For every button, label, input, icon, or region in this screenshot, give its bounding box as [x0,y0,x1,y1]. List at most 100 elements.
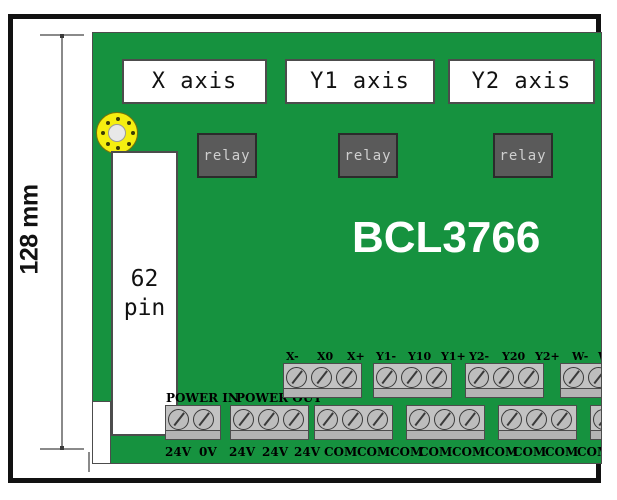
axis-label-text: X axis [151,69,238,94]
screw-terminal[interactable] [526,409,547,430]
terminal-block-w-com[interactable] [590,405,601,440]
terminal-top-label-y2-minus: Y2- [469,350,490,363]
axis-label-box-y2: Y2 axis [448,59,595,104]
mounting-pad-dot [131,131,135,135]
terminal-block-y2-com[interactable] [498,405,577,440]
terminal-block-w-axis[interactable] [560,363,601,398]
terminal-bottom-label-com: COM [545,445,579,459]
terminal-block-y1-axis[interactable] [373,363,452,398]
terminal-block-base [166,430,220,439]
screw-terminal[interactable] [468,367,489,388]
terminal-bottom-label-24v: 24V [262,445,289,459]
terminal-bottom-label-24v: 24V [294,445,321,459]
axis-label-box-y1: Y1 axis [285,59,435,104]
terminal-top-label-x-minus: X- [286,350,299,363]
relay-label: relay [203,147,251,164]
terminal-block-y2-axis[interactable] [465,363,544,398]
mounting-pad-dot [126,141,131,146]
screw-terminal[interactable] [376,367,397,388]
terminal-top-label-y2-plus: Y2+ [535,350,560,363]
dimension-edge-tick [88,452,90,472]
screw-terminal[interactable] [518,367,539,388]
relay-module-1: relay [197,133,257,178]
terminal-block-base [374,388,451,397]
screw-terminal[interactable] [342,409,363,430]
mounting-hole-icon [96,112,138,154]
mounting-pad-dot [116,146,120,150]
dimension-arrow-bottom [60,446,64,450]
terminal-block-base [591,430,601,439]
dimension-line [61,34,63,450]
screw-terminal[interactable] [233,409,254,430]
screw-terminal[interactable] [501,409,522,430]
terminal-top-label-x-zero: X0 [317,350,334,363]
relay-label: relay [344,147,392,164]
terminal-top-label-x-plus: X+ [347,350,365,363]
terminal-block-base [231,430,308,439]
terminal-bottom-label-24v: 24V [165,445,192,459]
screw-terminal[interactable] [317,409,338,430]
mounting-pad-dot [101,131,105,135]
pcb-notch [93,401,111,463]
pcb-board: X axis Y1 axis Y2 axis relay relay relay [92,32,602,464]
axis-label-box-x: X axis [122,59,267,104]
terminal-top-label-y2-zero: Y20 [502,350,526,363]
screw-terminal[interactable] [311,367,332,388]
screw-terminal[interactable] [401,367,422,388]
terminal-bottom-label-com: COM [419,445,453,459]
screw-terminal[interactable] [459,409,480,430]
terminal-block-base [284,388,361,397]
diagram-canvas: 128 mm X axis Y1 axis Y2 axis relay rela… [0,0,617,500]
screw-terminal[interactable] [283,409,304,430]
screw-terminal[interactable] [193,409,214,430]
axis-label-text: Y2 axis [471,69,572,94]
terminal-bottom-label-com: COM [577,445,601,459]
mounting-pad-dot [105,120,110,125]
screw-terminal[interactable] [551,409,572,430]
relay-label: relay [499,147,547,164]
terminal-block-base [315,430,392,439]
screw-terminal[interactable] [258,409,279,430]
terminal-top-label-w-zero: W0 [598,350,601,363]
screw-terminal[interactable] [563,367,584,388]
mounting-pad-dot [116,116,120,121]
terminal-block-base [561,388,601,397]
relay-module-3: relay [493,133,553,178]
terminal-block-power-in[interactable] [165,405,221,440]
screw-terminal[interactable] [168,409,189,430]
terminal-block-x-axis[interactable] [283,363,362,398]
axis-label-text: Y1 axis [310,69,410,94]
connector-line-1: 62 [130,265,159,292]
terminal-block-base [499,430,576,439]
screw-terminal[interactable] [434,409,455,430]
connector-line-2: pin [123,294,166,321]
terminal-bottom-label-com: COM [357,445,391,459]
terminal-top-label-y1-plus: Y1+ [441,350,466,363]
terminal-bottom-label-com: COM [513,445,547,459]
screw-terminal[interactable] [336,367,357,388]
terminal-bottom-label-com: COM [324,445,358,459]
screw-terminal[interactable] [588,367,601,388]
mounting-pad-dot [105,141,110,146]
mounting-pad-dot [126,120,131,125]
terminal-bottom-label-24v: 24V [229,445,256,459]
screw-terminal[interactable] [409,409,430,430]
terminal-heading-power-in: POWER IN [166,391,239,405]
mounting-hole-center [108,124,126,142]
relay-module-2: relay [338,133,398,178]
terminal-top-label-y1-minus: Y1- [376,350,397,363]
terminal-bottom-label-0v: 0V [199,445,217,459]
terminal-block-power-out[interactable] [230,405,309,440]
terminal-block-y1-com[interactable] [406,405,485,440]
terminal-top-label-y1-zero: Y10 [408,350,432,363]
board-model-text: BCL3766 [352,213,541,262]
terminal-block-x-com[interactable] [314,405,393,440]
screw-terminal[interactable] [593,409,601,430]
terminal-bottom-label-com: COM [452,445,486,459]
screw-terminal[interactable] [493,367,514,388]
screw-terminal[interactable] [426,367,447,388]
dimension-arrow-top [60,34,64,38]
terminal-block-base [466,388,543,397]
screw-terminal[interactable] [286,367,307,388]
screw-terminal[interactable] [367,409,388,430]
